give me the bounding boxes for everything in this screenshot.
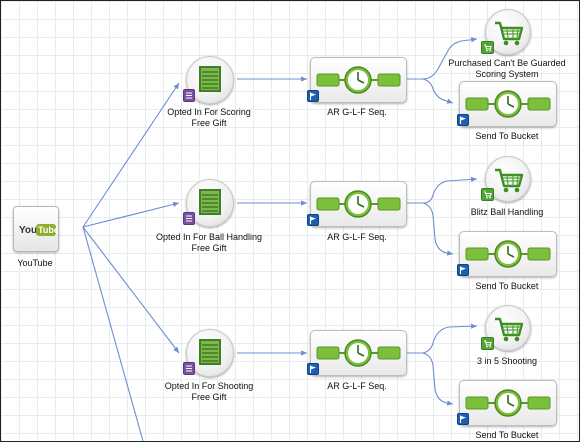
form-label: Opted In For Ball Handling Free Gift <box>141 232 277 254</box>
cart-badge-icon <box>481 41 494 54</box>
purchase-label-line-1: Purchased Can't Be Guarded <box>448 58 566 68</box>
flag-icon <box>457 412 469 425</box>
note-icon <box>183 89 195 102</box>
bucket-label: Send To Bucket <box>475 430 539 440</box>
purchase-label-line-1: Blitz Ball Handling <box>470 207 544 217</box>
youtube-logo-you: You <box>19 225 37 236</box>
bucket-label: Send To Bucket <box>475 281 539 291</box>
form-label-line-1: Opted In For Scoring <box>167 107 251 117</box>
sequence-label: AR G-L-F Seq. <box>327 381 387 391</box>
form-label-line-1: Opted In For Shooting <box>164 381 254 391</box>
wire-seq-2-to-purchase-2 <box>407 176 478 204</box>
flag-icon <box>307 362 319 375</box>
timer-sequence-icon <box>465 389 551 417</box>
purchase-label: 3 in 5 Shooting <box>447 356 567 367</box>
flag-icon <box>307 213 319 226</box>
purchase-label: Purchased Can't Be Guarded Scoring Syste… <box>437 58 577 80</box>
sequence-label: AR G-L-F Seq. <box>327 232 387 242</box>
form-label: Opted In For Shooting Free Gift <box>149 381 269 403</box>
campaign-canvas[interactable]: You Tube YouTube Opted In For Scoring Fr… <box>0 0 580 442</box>
sequence-box[interactable] <box>310 57 407 103</box>
purchase-label: Blitz Ball Handling <box>447 207 567 218</box>
wire-youtube-offscreen <box>82 226 144 441</box>
youtube-logo-tube: Tube <box>38 225 58 235</box>
timer-sequence-icon <box>465 240 551 268</box>
wire-seq-1-to-bucket-1 <box>407 78 454 104</box>
sequence-label: AR G-L-F Seq. <box>327 107 387 117</box>
bucket-label: Send To Bucket <box>475 131 539 141</box>
form-label: Opted In For Scoring Free Gift <box>149 107 269 129</box>
cart-badge-icon <box>481 337 494 350</box>
cart-badge-icon <box>481 188 494 201</box>
wire-youtube-to-form-2 <box>82 201 180 228</box>
flag-icon <box>307 89 319 102</box>
sequence-box[interactable] <box>310 330 407 376</box>
purchase-label-line-2: Scoring System <box>475 69 539 79</box>
form-label-line-2: Free Gift <box>191 392 227 402</box>
youtube-logo: You Tube <box>19 224 59 236</box>
purchase-label-line-1: 3 in 5 Shooting <box>476 356 538 366</box>
youtube-source-label: YouTube <box>17 258 53 268</box>
wire-youtube-to-form-1 <box>82 82 180 228</box>
timer-sequence-icon <box>316 190 401 218</box>
note-icon <box>183 362 195 375</box>
form-label-line-2: Free Gift <box>191 243 227 253</box>
timer-sequence-icon <box>316 339 401 367</box>
bucket-box[interactable] <box>459 231 557 277</box>
form-label-line-1: Opted In For Ball Handling <box>155 232 263 242</box>
flag-icon <box>457 263 469 276</box>
youtube-source-node[interactable]: You Tube YouTube <box>13 206 85 276</box>
timer-sequence-icon <box>316 66 401 94</box>
timer-sequence-icon <box>465 90 551 118</box>
sequence-box[interactable] <box>310 181 407 227</box>
bucket-box[interactable] <box>459 81 557 127</box>
flag-icon <box>457 113 469 126</box>
wire-seq-3-to-purchase-3 <box>407 323 478 354</box>
bucket-box[interactable] <box>459 380 557 426</box>
youtube-node-box[interactable]: You Tube <box>13 206 59 252</box>
note-icon <box>183 212 195 225</box>
form-label-line-2: Free Gift <box>191 118 227 128</box>
